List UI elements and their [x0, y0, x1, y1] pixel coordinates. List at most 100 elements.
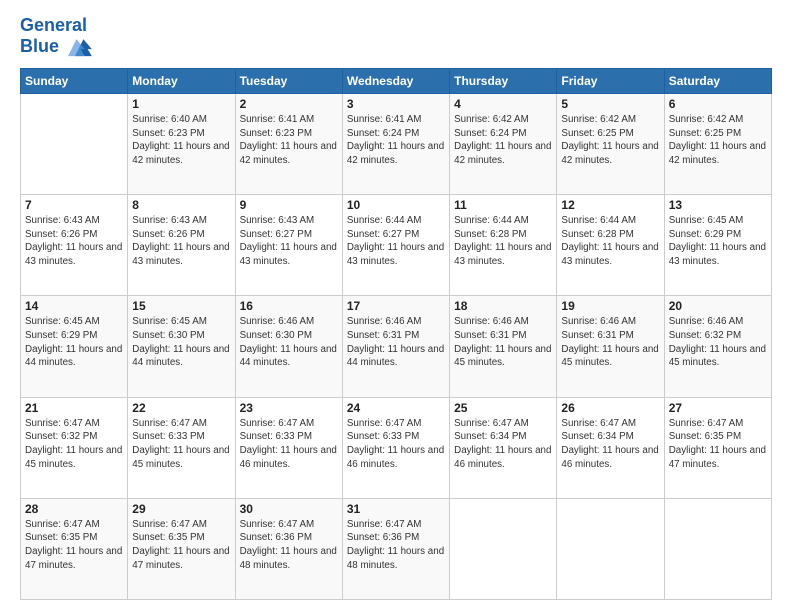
sunset-text: Sunset: 6:35 PM: [25, 532, 97, 543]
sunset-text: Sunset: 6:32 PM: [669, 330, 741, 341]
day-info: Sunrise: 6:47 AM Sunset: 6:33 PM Dayligh…: [347, 417, 445, 472]
sunrise-text: Sunrise: 6:46 AM: [454, 316, 529, 327]
sunrise-text: Sunrise: 6:47 AM: [132, 519, 207, 530]
day-number: 11: [454, 198, 552, 212]
calendar-cell: 9 Sunrise: 6:43 AM Sunset: 6:27 PM Dayli…: [235, 195, 342, 296]
calendar-cell: [557, 498, 664, 599]
calendar-cell: 27 Sunrise: 6:47 AM Sunset: 6:35 PM Dayl…: [664, 397, 771, 498]
daylight-text: Daylight: 11 hours and 42 minutes.: [347, 141, 444, 166]
sunset-text: Sunset: 6:35 PM: [132, 532, 204, 543]
sunrise-text: Sunrise: 6:46 AM: [669, 316, 744, 327]
daylight-text: Daylight: 11 hours and 45 minutes.: [25, 445, 122, 470]
day-info: Sunrise: 6:45 AM Sunset: 6:30 PM Dayligh…: [132, 315, 230, 370]
sunrise-text: Sunrise: 6:47 AM: [669, 418, 744, 429]
calendar-cell: 8 Sunrise: 6:43 AM Sunset: 6:26 PM Dayli…: [128, 195, 235, 296]
header-monday: Monday: [128, 68, 235, 93]
daylight-text: Daylight: 11 hours and 44 minutes.: [132, 344, 229, 369]
day-number: 13: [669, 198, 767, 212]
day-number: 9: [240, 198, 338, 212]
daylight-text: Daylight: 11 hours and 48 minutes.: [240, 546, 337, 571]
day-info: Sunrise: 6:46 AM Sunset: 6:31 PM Dayligh…: [347, 315, 445, 370]
day-number: 5: [561, 97, 659, 111]
day-info: Sunrise: 6:43 AM Sunset: 6:27 PM Dayligh…: [240, 214, 338, 269]
day-info: Sunrise: 6:47 AM Sunset: 6:32 PM Dayligh…: [25, 417, 123, 472]
sunrise-text: Sunrise: 6:46 AM: [561, 316, 636, 327]
header-wednesday: Wednesday: [342, 68, 449, 93]
calendar-cell: 13 Sunrise: 6:45 AM Sunset: 6:29 PM Dayl…: [664, 195, 771, 296]
calendar-cell: 6 Sunrise: 6:42 AM Sunset: 6:25 PM Dayli…: [664, 93, 771, 194]
calendar-cell: 17 Sunrise: 6:46 AM Sunset: 6:31 PM Dayl…: [342, 296, 449, 397]
sunrise-text: Sunrise: 6:42 AM: [669, 114, 744, 125]
day-number: 1: [132, 97, 230, 111]
sunset-text: Sunset: 6:24 PM: [347, 128, 419, 139]
day-info: Sunrise: 6:43 AM Sunset: 6:26 PM Dayligh…: [25, 214, 123, 269]
day-info: Sunrise: 6:42 AM Sunset: 6:25 PM Dayligh…: [561, 113, 659, 168]
header-friday: Friday: [557, 68, 664, 93]
calendar-cell: 24 Sunrise: 6:47 AM Sunset: 6:33 PM Dayl…: [342, 397, 449, 498]
sunset-text: Sunset: 6:25 PM: [561, 128, 633, 139]
calendar-cell: 28 Sunrise: 6:47 AM Sunset: 6:35 PM Dayl…: [21, 498, 128, 599]
calendar-cell: 19 Sunrise: 6:46 AM Sunset: 6:31 PM Dayl…: [557, 296, 664, 397]
sunrise-text: Sunrise: 6:45 AM: [669, 215, 744, 226]
sunrise-text: Sunrise: 6:41 AM: [347, 114, 422, 125]
day-info: Sunrise: 6:45 AM Sunset: 6:29 PM Dayligh…: [25, 315, 123, 370]
day-info: Sunrise: 6:47 AM Sunset: 6:34 PM Dayligh…: [561, 417, 659, 472]
sunset-text: Sunset: 6:27 PM: [240, 229, 312, 240]
daylight-text: Daylight: 11 hours and 44 minutes.: [240, 344, 337, 369]
day-number: 4: [454, 97, 552, 111]
calendar-cell: 15 Sunrise: 6:45 AM Sunset: 6:30 PM Dayl…: [128, 296, 235, 397]
calendar-cell: 26 Sunrise: 6:47 AM Sunset: 6:34 PM Dayl…: [557, 397, 664, 498]
day-info: Sunrise: 6:45 AM Sunset: 6:29 PM Dayligh…: [669, 214, 767, 269]
sunrise-text: Sunrise: 6:43 AM: [132, 215, 207, 226]
sunrise-text: Sunrise: 6:41 AM: [240, 114, 315, 125]
daylight-text: Daylight: 11 hours and 45 minutes.: [132, 445, 229, 470]
logo: General Blue: [20, 16, 96, 58]
sunrise-text: Sunrise: 6:47 AM: [240, 519, 315, 530]
day-info: Sunrise: 6:44 AM Sunset: 6:27 PM Dayligh…: [347, 214, 445, 269]
calendar-cell: 4 Sunrise: 6:42 AM Sunset: 6:24 PM Dayli…: [450, 93, 557, 194]
sunset-text: Sunset: 6:30 PM: [132, 330, 204, 341]
logo-icon: [68, 36, 96, 58]
sunrise-text: Sunrise: 6:43 AM: [25, 215, 100, 226]
header: General Blue: [20, 16, 772, 58]
day-info: Sunrise: 6:47 AM Sunset: 6:35 PM Dayligh…: [132, 518, 230, 573]
sunset-text: Sunset: 6:36 PM: [240, 532, 312, 543]
day-number: 22: [132, 401, 230, 415]
sunset-text: Sunset: 6:31 PM: [454, 330, 526, 341]
day-info: Sunrise: 6:46 AM Sunset: 6:31 PM Dayligh…: [561, 315, 659, 370]
daylight-text: Daylight: 11 hours and 44 minutes.: [25, 344, 122, 369]
day-info: Sunrise: 6:40 AM Sunset: 6:23 PM Dayligh…: [132, 113, 230, 168]
day-number: 15: [132, 299, 230, 313]
calendar-cell: 5 Sunrise: 6:42 AM Sunset: 6:25 PM Dayli…: [557, 93, 664, 194]
daylight-text: Daylight: 11 hours and 45 minutes.: [669, 344, 766, 369]
calendar-header-row: SundayMondayTuesdayWednesdayThursdayFrid…: [21, 68, 772, 93]
daylight-text: Daylight: 11 hours and 42 minutes.: [132, 141, 229, 166]
daylight-text: Daylight: 11 hours and 43 minutes.: [669, 242, 766, 267]
daylight-text: Daylight: 11 hours and 46 minutes.: [347, 445, 444, 470]
daylight-text: Daylight: 11 hours and 47 minutes.: [25, 546, 122, 571]
sunrise-text: Sunrise: 6:47 AM: [25, 418, 100, 429]
sunset-text: Sunset: 6:26 PM: [25, 229, 97, 240]
calendar-cell: 7 Sunrise: 6:43 AM Sunset: 6:26 PM Dayli…: [21, 195, 128, 296]
calendar-cell: 10 Sunrise: 6:44 AM Sunset: 6:27 PM Dayl…: [342, 195, 449, 296]
sunrise-text: Sunrise: 6:40 AM: [132, 114, 207, 125]
daylight-text: Daylight: 11 hours and 42 minutes.: [454, 141, 551, 166]
calendar-cell: 3 Sunrise: 6:41 AM Sunset: 6:24 PM Dayli…: [342, 93, 449, 194]
daylight-text: Daylight: 11 hours and 47 minutes.: [132, 546, 229, 571]
calendar-cell: 12 Sunrise: 6:44 AM Sunset: 6:28 PM Dayl…: [557, 195, 664, 296]
day-number: 28: [25, 502, 123, 516]
calendar-cell: 21 Sunrise: 6:47 AM Sunset: 6:32 PM Dayl…: [21, 397, 128, 498]
day-number: 29: [132, 502, 230, 516]
header-saturday: Saturday: [664, 68, 771, 93]
day-info: Sunrise: 6:46 AM Sunset: 6:32 PM Dayligh…: [669, 315, 767, 370]
sunset-text: Sunset: 6:34 PM: [561, 431, 633, 442]
sunset-text: Sunset: 6:24 PM: [454, 128, 526, 139]
sunrise-text: Sunrise: 6:43 AM: [240, 215, 315, 226]
day-number: 20: [669, 299, 767, 313]
daylight-text: Daylight: 11 hours and 48 minutes.: [347, 546, 444, 571]
day-info: Sunrise: 6:44 AM Sunset: 6:28 PM Dayligh…: [561, 214, 659, 269]
sunset-text: Sunset: 6:33 PM: [347, 431, 419, 442]
week-row-2: 14 Sunrise: 6:45 AM Sunset: 6:29 PM Dayl…: [21, 296, 772, 397]
day-info: Sunrise: 6:47 AM Sunset: 6:34 PM Dayligh…: [454, 417, 552, 472]
day-number: 12: [561, 198, 659, 212]
